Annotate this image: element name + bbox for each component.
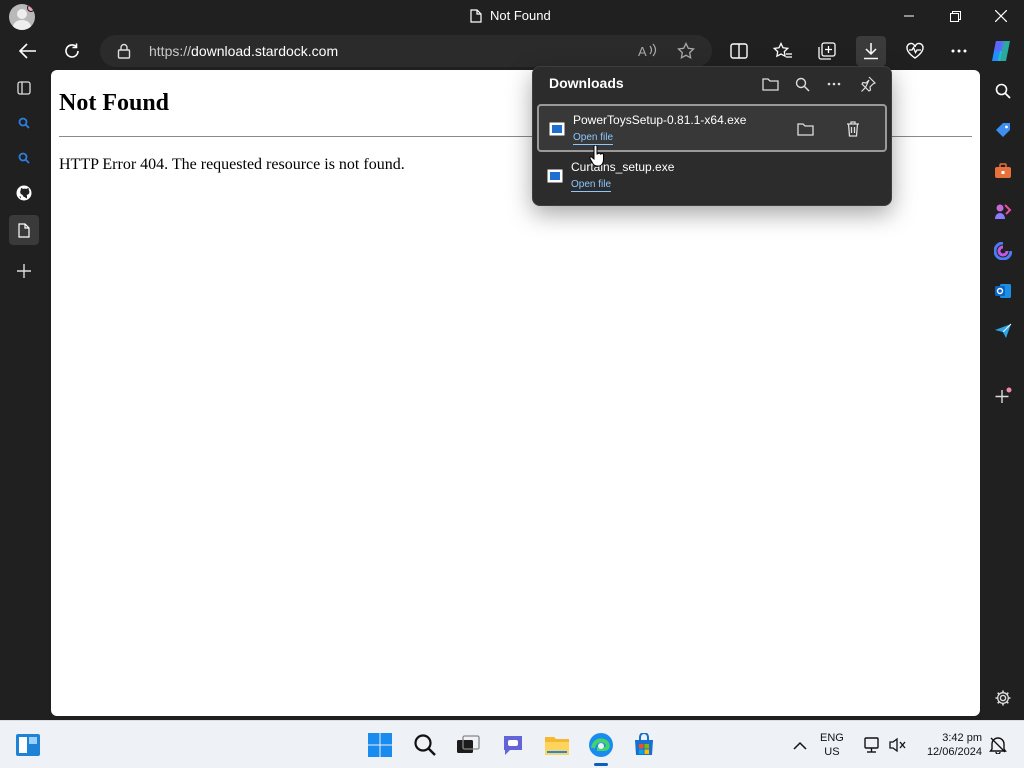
read-aloud-icon[interactable]: A bbox=[638, 42, 658, 65]
outlook-icon[interactable] bbox=[988, 276, 1018, 306]
url-text[interactable]: https://download.stardock.com bbox=[149, 43, 338, 59]
split-screen-icon[interactable] bbox=[724, 36, 754, 66]
microsoft-store-icon[interactable] bbox=[628, 729, 660, 761]
back-icon[interactable] bbox=[13, 36, 43, 66]
pin-icon[interactable] bbox=[854, 71, 882, 97]
active-app-indicator bbox=[594, 763, 608, 766]
sidebar-search-icon[interactable] bbox=[988, 76, 1018, 106]
favorite-star-icon[interactable] bbox=[677, 41, 695, 65]
collections-icon[interactable] bbox=[812, 36, 842, 66]
tab[interactable]: Not Found bbox=[470, 8, 551, 23]
keyboard-region: US bbox=[824, 746, 840, 758]
games-icon[interactable] bbox=[988, 196, 1018, 226]
minimize-button[interactable] bbox=[886, 0, 932, 32]
tab-title: Not Found bbox=[490, 8, 551, 23]
tools-briefcase-icon[interactable] bbox=[988, 156, 1018, 186]
browser-essentials-icon[interactable] bbox=[900, 36, 930, 66]
add-sidebar-app-icon[interactable] bbox=[988, 381, 1018, 411]
microsoft-365-icon[interactable] bbox=[988, 236, 1018, 266]
edge-browser-icon[interactable] bbox=[585, 729, 617, 761]
open-file-link[interactable]: Open file bbox=[571, 179, 612, 192]
downloads-flyout: Downloads PowerToysSetup-0.81.1-x64.exe … bbox=[532, 66, 892, 206]
search-downloads-icon[interactable] bbox=[788, 71, 816, 97]
edge-sidebar bbox=[981, 70, 1024, 720]
taskbar-search-icon[interactable] bbox=[409, 729, 441, 761]
teams-chat-icon[interactable] bbox=[497, 729, 529, 761]
start-windows-icon[interactable] bbox=[364, 729, 396, 761]
volume-muted-icon[interactable] bbox=[882, 729, 914, 761]
refresh-icon[interactable] bbox=[57, 36, 87, 66]
tab-actions-icon[interactable] bbox=[9, 73, 39, 103]
open-file-link[interactable]: Open file bbox=[573, 132, 614, 145]
file-explorer-icon[interactable] bbox=[541, 729, 573, 761]
notifications-bell-icon[interactable] bbox=[982, 729, 1014, 761]
svg-text:A: A bbox=[638, 44, 647, 59]
clock-time: 3:42 pm bbox=[942, 732, 982, 744]
language-code: ENG bbox=[820, 732, 844, 744]
sidebar-settings-gear-icon[interactable] bbox=[988, 683, 1018, 713]
shopping-tag-icon[interactable] bbox=[988, 116, 1018, 146]
input-language-indicator[interactable]: ENG US bbox=[820, 731, 844, 759]
show-hidden-icons-chevron-icon[interactable] bbox=[784, 729, 816, 761]
close-button[interactable] bbox=[978, 0, 1024, 32]
download-filename: Curtains_setup.exe bbox=[571, 160, 675, 174]
new-tab-plus-icon[interactable] bbox=[9, 256, 39, 286]
github-icon[interactable] bbox=[9, 178, 39, 208]
page-icon bbox=[470, 8, 482, 23]
current-tab-page-icon[interactable] bbox=[9, 215, 39, 245]
drop-send-icon[interactable] bbox=[988, 316, 1018, 346]
more-options-icon[interactable] bbox=[820, 71, 848, 97]
task-view-icon[interactable] bbox=[452, 729, 484, 761]
system-clock[interactable]: 3:42 pm 12/06/2024 bbox=[916, 731, 982, 759]
more-icon[interactable] bbox=[944, 36, 974, 66]
restore-button[interactable] bbox=[932, 0, 978, 32]
taskbar: ENG US 3:42 pm 12/06/2024 bbox=[0, 720, 1024, 768]
exe-file-icon bbox=[549, 122, 565, 136]
download-icon[interactable] bbox=[856, 36, 886, 66]
url-scheme: https:// bbox=[149, 43, 192, 59]
copilot-icon[interactable] bbox=[986, 36, 1016, 66]
search-tab-icon[interactable] bbox=[9, 108, 39, 138]
vertical-tabs-sidebar bbox=[0, 70, 48, 720]
url-host: download.stardock.com bbox=[191, 43, 339, 59]
title-bar: Not Found bbox=[0, 0, 1024, 32]
clock-date: 12/06/2024 bbox=[926, 746, 982, 758]
delete-trash-icon[interactable] bbox=[839, 116, 867, 142]
exe-file-icon bbox=[547, 169, 563, 183]
widgets-icon[interactable] bbox=[12, 729, 44, 761]
hand-cursor-icon bbox=[589, 145, 604, 167]
toolbar: https://download.stardock.com A bbox=[0, 32, 1024, 70]
favorites-icon[interactable] bbox=[768, 36, 798, 66]
downloads-title: Downloads bbox=[549, 75, 624, 91]
search-tab-icon[interactable] bbox=[9, 143, 39, 173]
address-bar[interactable]: https://download.stardock.com A bbox=[100, 35, 712, 67]
error-message: HTTP Error 404. The requested resource i… bbox=[59, 156, 405, 173]
open-downloads-folder-icon[interactable] bbox=[756, 71, 784, 97]
profile-avatar[interactable] bbox=[9, 4, 35, 30]
show-in-folder-icon[interactable] bbox=[791, 116, 819, 142]
page-title: Not Found bbox=[59, 90, 170, 116]
download-filename: PowerToysSetup-0.81.1-x64.exe bbox=[573, 113, 747, 127]
lock-icon[interactable] bbox=[117, 43, 131, 64]
